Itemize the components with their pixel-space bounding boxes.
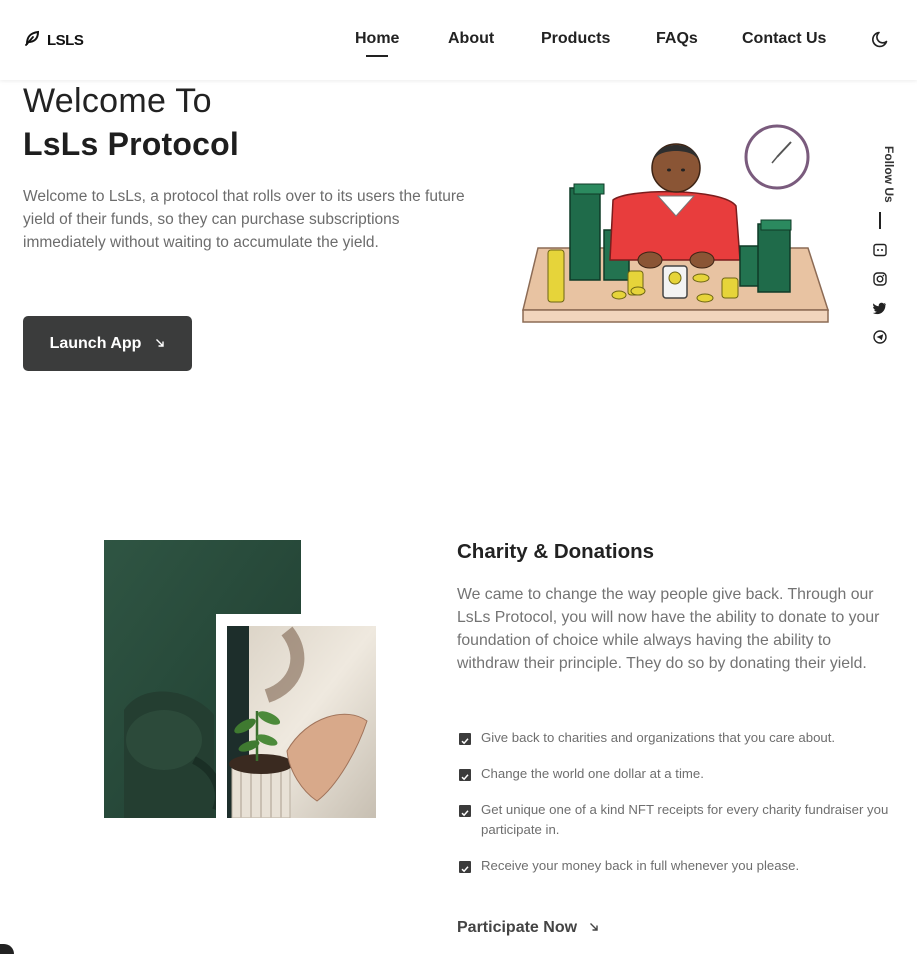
checkbox-checked-icon xyxy=(459,861,471,873)
hero-welcome: Welcome To xyxy=(23,82,212,120)
feature-text: Get unique one of a kind NFT receipts fo… xyxy=(481,802,889,837)
participate-now-label: Participate Now xyxy=(457,919,578,936)
twitter-icon[interactable] xyxy=(872,301,887,315)
checkbox-checked-icon xyxy=(459,805,471,817)
arrow-down-right-icon xyxy=(155,335,165,353)
follow-divider xyxy=(879,212,881,229)
nav-products[interactable]: Products xyxy=(541,30,610,48)
checkbox-checked-icon xyxy=(459,733,471,745)
nav-faqs[interactable]: FAQs xyxy=(656,30,698,48)
feature-text: Give back to charities and organizations… xyxy=(481,730,836,745)
launch-app-button[interactable]: Launch App xyxy=(23,316,192,371)
charity-photo-plant xyxy=(227,626,376,818)
checkbox-checked-icon xyxy=(459,769,471,781)
discord-icon[interactable] xyxy=(873,243,887,257)
list-item: Receive your money back in full whenever… xyxy=(459,856,899,876)
feature-text: Change the world one dollar at a time. xyxy=(481,766,704,781)
follow-us-label: Follow Us xyxy=(882,146,896,203)
moon-icon[interactable] xyxy=(872,30,890,53)
launch-app-label: Launch App xyxy=(49,334,142,352)
nav-contact-us[interactable]: Contact Us xyxy=(742,30,826,48)
man-counting-money-illustration xyxy=(518,118,838,330)
charity-title: Charity & Donations xyxy=(457,540,655,563)
site-header: LSLS Home About Products FAQs Contact Us xyxy=(0,0,917,80)
arrow-down-right-icon xyxy=(589,919,599,937)
list-item: Get unique one of a kind NFT receipts fo… xyxy=(459,800,899,840)
list-item: Give back to charities and organizations… xyxy=(459,728,899,748)
nav-about[interactable]: About xyxy=(448,30,494,48)
feature-text: Receive your money back in full whenever… xyxy=(481,858,800,873)
main-nav: Home About Products FAQs Contact Us xyxy=(0,30,917,60)
hero-description: Welcome to LsLs, a protocol that rolls o… xyxy=(23,188,465,251)
charity-description: We came to change the way people give ba… xyxy=(457,586,880,672)
telegram-icon[interactable] xyxy=(873,330,887,344)
instagram-icon[interactable] xyxy=(873,272,887,286)
list-item: Change the world one dollar at a time. xyxy=(459,764,899,784)
participate-now-link[interactable]: Participate Now xyxy=(457,919,599,937)
hero-title: LsLs Protocol xyxy=(23,126,239,162)
charity-feature-list: Give back to charities and organizations… xyxy=(459,728,899,892)
nav-home[interactable]: Home xyxy=(355,30,399,57)
window-corner xyxy=(0,944,14,954)
